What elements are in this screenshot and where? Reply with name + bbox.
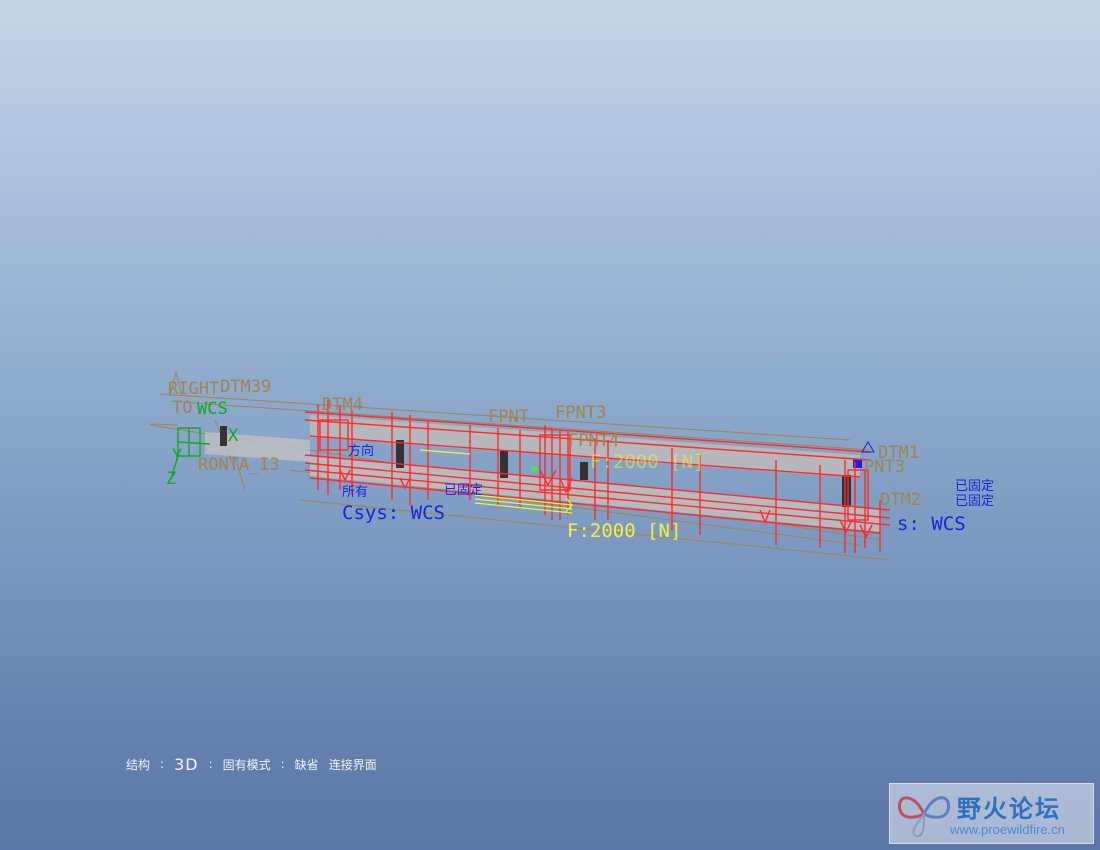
csys-right-label: s: WCS: [897, 513, 966, 535]
axis-x-label: X: [228, 426, 239, 446]
watermark-url: www.proewildfire.cn: [950, 822, 1065, 837]
status-separator: :: [280, 757, 285, 771]
force-label-bottom: F:2000 [N]: [567, 520, 681, 542]
datum-dtm1-label: DTM1: [878, 443, 919, 463]
graphics-viewport[interactable]: RIGHT DTM39 DTM4 TO RONTA_I3 FPNT FPNT3 …: [0, 0, 1100, 850]
point-fpnt3-label: FPNT3: [555, 403, 606, 423]
constraint-fixed-right-label: 已固定: [955, 479, 994, 494]
green-node: [531, 466, 537, 472]
status-interface: 连接界面: [328, 757, 377, 772]
model-status-bar: 结构 : 3D : 固有模式 : 缺省 连接界面: [126, 754, 387, 774]
point-fpnt4-label: FPNT4: [568, 431, 619, 451]
cross-member-3: [580, 462, 588, 480]
cross-member-4: [842, 475, 851, 507]
status-mode-3d: 3D: [174, 754, 199, 774]
datum-dtm2-label: DTM2: [880, 490, 921, 510]
point-fpnt-label: FPNT: [488, 407, 529, 427]
watermark-title: 野火论坛: [957, 795, 1061, 823]
axis-y-label: Y: [172, 446, 182, 466]
axis-z-label: Z: [166, 469, 176, 489]
datum-right-label: RIGHT: [168, 379, 219, 399]
butterfly-logo-icon: [897, 796, 951, 838]
constraint-fixed-label: 已固定: [444, 483, 483, 498]
status-default: 缺省: [294, 757, 319, 772]
constraint-all-label: 所有: [342, 485, 368, 500]
constraint-fixed-right-label-2: 已固定: [955, 494, 994, 509]
cross-member-5: [220, 426, 227, 446]
datum-top-label: TO: [172, 398, 192, 418]
constraint-dir-label: 方向: [348, 443, 374, 459]
status-structure: 结构: [126, 757, 151, 772]
csys-left-label: Csys: WCS: [342, 502, 445, 524]
wcs-label: WCS: [197, 399, 228, 419]
status-separator: :: [160, 757, 165, 771]
datum-dtm39-label: DTM39: [220, 377, 271, 397]
forum-watermark: 野火论坛 www.proewildfire.cn: [889, 783, 1094, 844]
dtm1-triangle: [861, 441, 875, 453]
datum-front-label: RONTA_I3: [198, 455, 280, 475]
datum-dtm4-label: DTM4: [322, 395, 363, 415]
model-canvas[interactable]: RIGHT DTM39 DTM4 TO RONTA_I3 FPNT FPNT3 …: [0, 0, 1100, 850]
force-label-top: F:2000 [N]: [590, 451, 704, 473]
status-separator: :: [208, 757, 213, 771]
status-inherent-mode: 固有模式: [222, 757, 271, 772]
